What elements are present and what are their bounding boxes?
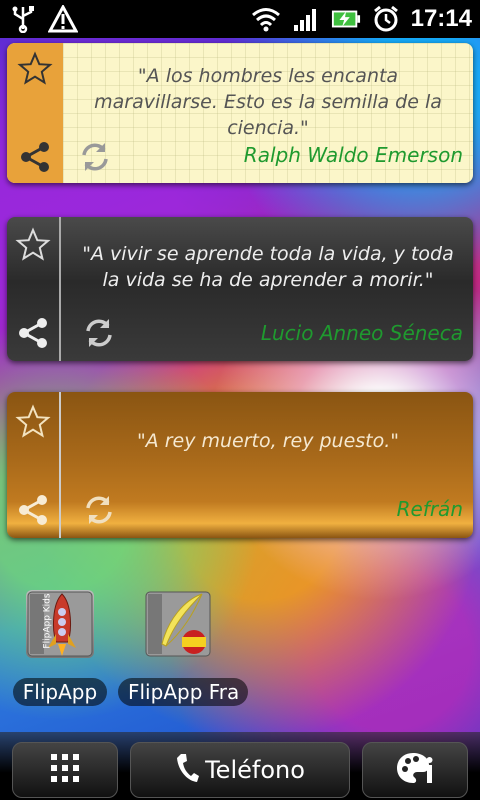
phone-button[interactable]: Teléfono (130, 742, 350, 798)
rocket-icon: FlipApp Kids (26, 590, 94, 658)
phone-label: Teléfono (205, 756, 305, 784)
refresh-icon[interactable] (79, 313, 119, 353)
app-label: FlipApp Fra (118, 678, 248, 706)
app-grid-icon (50, 753, 80, 787)
app-label: FlipApp (12, 678, 108, 706)
quote-text: "A los hombres les encanta maravillarse.… (94, 65, 442, 139)
app-icon-badge: FlipApp Kids (42, 593, 53, 649)
warning-icon (48, 4, 78, 34)
share-icon[interactable] (13, 490, 53, 530)
refresh-icon[interactable] (75, 137, 115, 177)
quote-text: "A rey muerto, rey puesto." (136, 430, 400, 452)
share-icon[interactable] (15, 137, 55, 177)
quote-author: Lucio Anneo Séneca (260, 321, 463, 345)
favorite-star-icon[interactable] (15, 49, 55, 89)
quote-widget[interactable]: "A los hombres les encanta maravillarse.… (7, 43, 473, 183)
status-bar: 17:14 (0, 0, 480, 38)
status-clock: 17:14 (410, 5, 472, 32)
alarm-icon (371, 4, 401, 34)
wifi-icon (251, 4, 281, 34)
app-shortcut-flipapp[interactable]: FlipApp Kids FlipApp (0, 590, 120, 710)
battery-charging-icon (331, 4, 361, 34)
share-icon[interactable] (13, 313, 53, 353)
app-drawer-button[interactable] (12, 742, 118, 798)
app-shortcut-flipapp-fra[interactable]: FlipApp Fra (118, 590, 248, 710)
quote-text: "A vivir se aprende toda la vida, y toda… (82, 243, 454, 291)
phone-icon (175, 752, 200, 788)
signal-icon (291, 4, 321, 34)
quote-widget[interactable]: "A rey muerto, rey puesto." Refrán (7, 392, 473, 538)
favorite-star-icon[interactable] (13, 402, 53, 442)
quill-icon (144, 590, 212, 658)
quote-author: Refrán (396, 497, 463, 521)
personalize-icon (395, 751, 435, 789)
refresh-icon[interactable] (79, 490, 119, 530)
favorite-star-icon[interactable] (13, 225, 53, 265)
quote-widget[interactable]: "A vivir se aprende toda la vida, y toda… (7, 217, 473, 361)
quote-author: Ralph Waldo Emerson (243, 143, 463, 167)
usb-icon (8, 4, 38, 34)
personalize-button[interactable] (362, 742, 468, 798)
dock-bar: Teléfono (0, 732, 480, 800)
